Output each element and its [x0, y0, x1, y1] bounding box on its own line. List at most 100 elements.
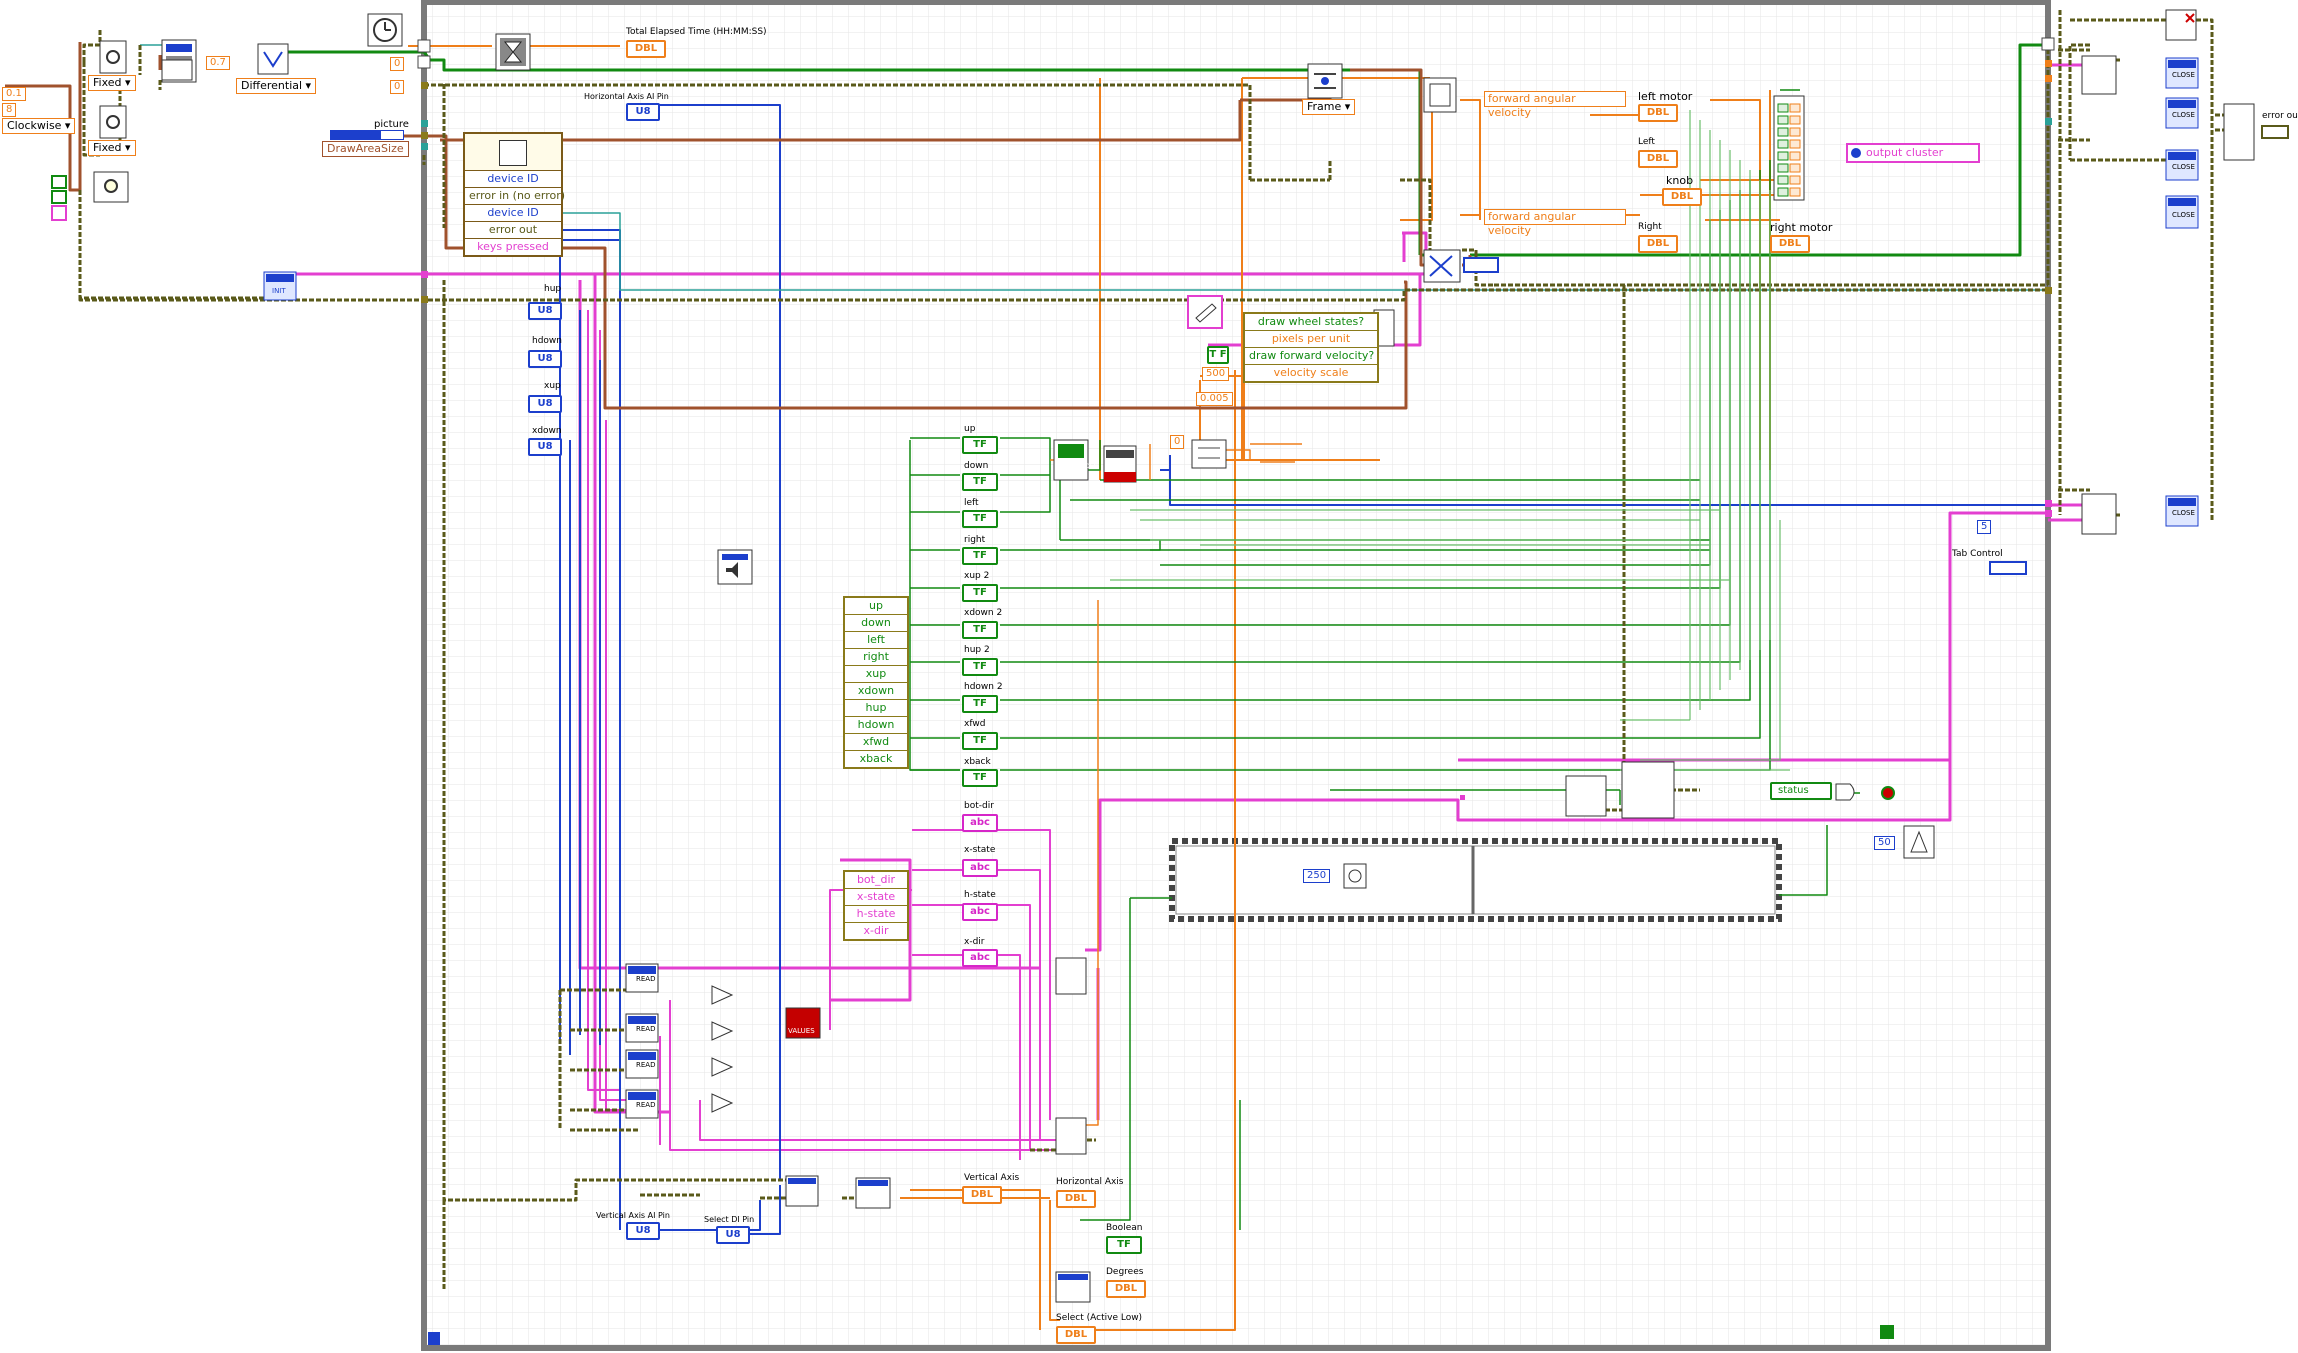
wait-ms-icon[interactable]	[1343, 863, 1367, 889]
horizontal-axis-ai-pin-constant[interactable]: U8	[626, 103, 660, 121]
fwd-angular-velocity-right[interactable]: forward angular velocity	[1484, 209, 1626, 237]
select-active-low-indicator: DBL	[1056, 1326, 1096, 1344]
stop-indicator[interactable]	[1881, 786, 1895, 800]
tab-control-terminal[interactable]	[1989, 561, 2027, 575]
bundle-node-small[interactable]	[161, 59, 193, 81]
left-motor-indicator: DBL	[1638, 104, 1678, 122]
draw-area-size-property[interactable]: DrawAreaSize	[322, 141, 409, 157]
merge-errors-node-a	[1565, 775, 1607, 817]
elapsed-time-indicator: DBL	[626, 40, 666, 58]
init-node[interactable]	[263, 271, 297, 301]
constant-0.1[interactable]: 0.1	[2, 87, 26, 101]
knob-indicator[interactable]: DBL	[1662, 188, 1702, 206]
constant-0.7[interactable]: 0.7	[206, 56, 230, 70]
boolean-constants[interactable]	[51, 175, 67, 221]
settings-icon[interactable]	[93, 171, 129, 203]
key-xdown: xdown	[845, 683, 907, 700]
picture-label: picture	[374, 119, 409, 130]
hup-indicator[interactable]: U8	[528, 302, 562, 320]
picture-control[interactable]	[330, 130, 404, 140]
xdown-label: xdown	[532, 426, 562, 436]
horizontal-axis-ai-pin-label: Horizontal Axis AI Pin	[584, 92, 669, 101]
constant-50[interactable]: 50	[1874, 836, 1895, 850]
state-h-state: h-state	[845, 906, 907, 923]
draw-robot-icon[interactable]	[1423, 249, 1461, 283]
joystick-icon	[465, 134, 561, 171]
constant-0.005[interactable]: 0.005	[1196, 392, 1233, 406]
fixed-enum-2[interactable]: Fixed ▾	[88, 140, 136, 156]
sound-icon[interactable]	[717, 549, 753, 585]
fwd-angular-velocity-left[interactable]: forward angular velocity	[1484, 91, 1626, 119]
left-bool-indicator: TF	[962, 510, 998, 528]
state-x-state: x-state	[845, 889, 907, 906]
vertical-axis-ai-pin-label: Vertical Axis AI Pin	[596, 1211, 670, 1220]
xfwd-indicator-label: xfwd	[964, 719, 986, 729]
knob-label: knob	[1666, 174, 1694, 187]
build-array-node[interactable]	[1053, 439, 1089, 481]
elapsed-time-icon[interactable]	[495, 33, 531, 71]
vertical-axis-label: Vertical Axis	[964, 1173, 1020, 1183]
coordinate-frame-icon[interactable]	[1307, 63, 1343, 99]
select-active-low-label: Select (Active Low)	[1056, 1313, 1143, 1323]
close-caption-5: CLOSE	[2172, 509, 2195, 517]
boolean-array-to-number-node[interactable]	[1103, 445, 1137, 483]
draw-picture-icon[interactable]	[1187, 295, 1223, 329]
device-id-output: device ID	[465, 205, 561, 222]
keyboard-property-node[interactable]: device ID error in (no error) device ID …	[463, 132, 565, 257]
left-label: Left	[1638, 137, 1655, 147]
or-node[interactable]	[1835, 783, 1855, 801]
xup-label: xup	[544, 381, 561, 391]
index-array-node[interactable]	[1773, 95, 1805, 201]
vertical-axis-indicator: DBL	[962, 1186, 1002, 1204]
degrees-label: Degrees	[1106, 1267, 1144, 1277]
constant-8[interactable]: 8	[2, 103, 17, 117]
state-unbundle-cluster[interactable]: bot_dir x-state h-state x-dir	[843, 870, 909, 941]
constant-0-b[interactable]: 0	[390, 80, 405, 94]
fixed-enum-1[interactable]: Fixed ▾	[88, 75, 136, 91]
constant-0-a[interactable]: 0	[390, 57, 405, 71]
constant-500[interactable]: 500	[1202, 367, 1230, 381]
stop-picture-icon[interactable]	[2165, 9, 2197, 41]
key-right: right	[845, 649, 907, 666]
close-caption-2: CLOSE	[2172, 111, 2195, 119]
cluster-icon	[1851, 148, 1861, 158]
horizontal-axis-label: Horizontal Axis	[1056, 1177, 1124, 1187]
xup-indicator[interactable]: U8	[528, 395, 562, 413]
close-caption-1: CLOSE	[2172, 71, 2195, 79]
merge-errors-node-b	[1621, 761, 1675, 819]
differential-drive-icon[interactable]	[257, 43, 289, 75]
tf-constant[interactable]: T F	[1207, 346, 1229, 364]
differential-enum[interactable]: Differential ▾	[236, 78, 317, 94]
robot-model-icon[interactable]	[1423, 77, 1457, 113]
constant-0-c[interactable]: 0	[1170, 435, 1185, 449]
horizontal-axis-indicator: DBL	[1056, 1190, 1096, 1208]
vertical-axis-ai-pin-constant[interactable]: U8	[626, 1222, 660, 1240]
hup2-indicator: TF	[962, 658, 998, 676]
bundle-node-dec[interactable]	[1191, 439, 1227, 469]
merge-errors-right	[2223, 103, 2255, 161]
init-caption: INIT	[272, 287, 286, 295]
constant-5[interactable]: 5	[1977, 520, 1992, 534]
metronome-icon[interactable]	[1903, 825, 1935, 859]
draw-options-cluster[interactable]: draw wheel states? pixels per unit draw …	[1243, 312, 1379, 383]
key-xback: xback	[859, 752, 893, 765]
close-caption-3: CLOSE	[2172, 163, 2195, 171]
state-x-dir: x-dir	[863, 924, 889, 937]
up-indicator-label: up	[964, 424, 976, 434]
h-state-indicator: abc	[962, 903, 998, 921]
wait-timer-icon[interactable]	[367, 13, 403, 47]
hdown2-indicator-label: hdown 2	[964, 682, 1003, 692]
device-id-input: device ID	[465, 171, 561, 188]
x-state-label: x-state	[964, 845, 996, 855]
velocity-scale-field: velocity scale	[1273, 366, 1349, 379]
joystick-node-3	[1055, 1271, 1091, 1303]
select-di-pin-constant[interactable]: U8	[716, 1226, 750, 1244]
keys-unbundle-cluster[interactable]: up down left right xup xdown hup hdown x…	[843, 596, 909, 769]
keys-pressed-output: keys pressed	[477, 240, 549, 253]
constant-250[interactable]: 250	[1303, 869, 1331, 883]
frame-enum[interactable]: Frame ▾	[1302, 99, 1356, 115]
hdown-indicator[interactable]: U8	[528, 350, 562, 368]
clockwise-enum[interactable]: Clockwise ▾	[2, 118, 76, 134]
x-dir-indicator: abc	[962, 949, 998, 967]
xdown-indicator[interactable]: U8	[528, 438, 562, 456]
